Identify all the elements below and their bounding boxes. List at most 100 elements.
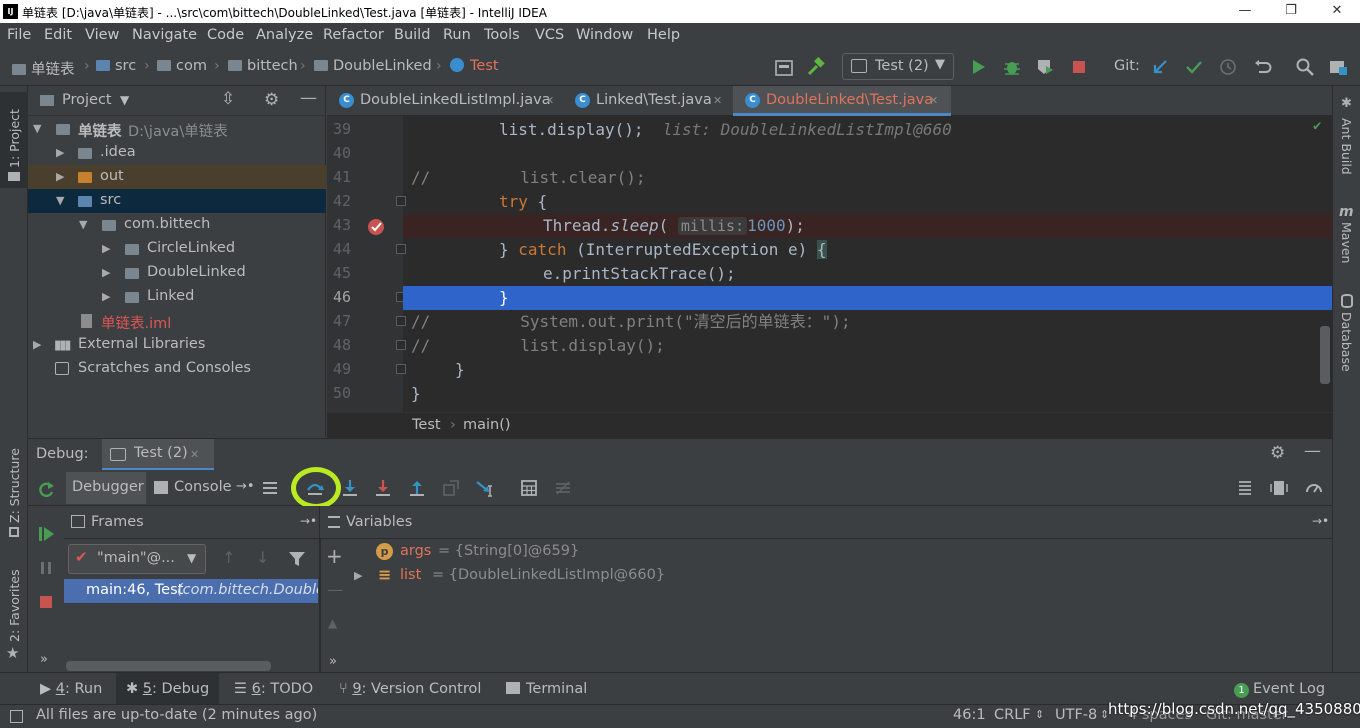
close-tab-icon[interactable]: ✕ <box>190 448 199 461</box>
variable-row-args[interactable]: p args = {String[0]@659} <box>346 540 1326 564</box>
run-tool-button[interactable]: ▶ 4: Run <box>40 681 102 697</box>
tree-item-scratches[interactable]: Scratches and Consoles <box>28 357 326 381</box>
menu-refactor[interactable]: Refactor <box>323 27 384 43</box>
breadcrumb-bittech[interactable]: bittech <box>228 58 298 74</box>
expand-arrow-icon[interactable]: ▶ <box>56 146 64 159</box>
close-window-button[interactable]: ✕ <box>1314 0 1360 23</box>
close-tab-icon[interactable]: ✕ <box>929 94 938 107</box>
tab-linked-test[interactable]: C Linked\Test.java ✕ <box>563 86 731 116</box>
frames-horizontal-scrollbar[interactable] <box>66 661 271 671</box>
memory-gauge-icon[interactable] <box>1304 478 1324 498</box>
hide-panel-icon[interactable]: — <box>300 88 317 108</box>
project-view-label[interactable]: Project <box>62 92 112 108</box>
evaluate-expression-icon[interactable] <box>519 478 539 498</box>
version-control-tool-button[interactable]: ⑂ 9: Version Control <box>339 681 481 697</box>
tab-doublelinked-test[interactable]: C DoubleLinked\Test.java ✕ <box>733 86 951 116</box>
expand-arrow-icon[interactable]: ▶ <box>102 290 110 303</box>
expand-arrow-icon[interactable]: ▼ <box>56 194 64 207</box>
expand-arrow-icon[interactable]: ▶ <box>56 170 64 183</box>
database-tool-button[interactable]: Database <box>1339 312 1354 372</box>
show-execution-point-icon[interactable] <box>260 478 280 498</box>
pin-icon[interactable]: →• <box>300 514 317 528</box>
menu-navigate[interactable]: Navigate <box>132 27 197 43</box>
step-over-icon[interactable] <box>305 478 325 498</box>
pin-icon[interactable]: →• <box>1312 514 1329 528</box>
tree-item-circlelinked[interactable]: ▶ CircleLinked <box>28 237 326 261</box>
run-icon[interactable] <box>968 57 988 77</box>
line-separator[interactable]: CRLF <box>994 707 1031 723</box>
collapse-all-icon[interactable]: ⇳ <box>221 89 235 109</box>
tab-debugger[interactable]: Debugger <box>66 472 146 504</box>
minimize-button[interactable]: — <box>1222 0 1268 23</box>
editor-scrollbar[interactable] <box>1320 326 1330 384</box>
git-update-icon[interactable] <box>1150 57 1170 77</box>
menu-build[interactable]: Build <box>394 27 430 43</box>
previous-frame-icon[interactable]: ↑ <box>222 548 235 567</box>
run-to-cursor-icon[interactable] <box>475 478 495 498</box>
tab-console[interactable]: Console →• <box>148 472 255 504</box>
frame-row-selected[interactable]: main:46, Test (com.bittech.Double <box>64 579 318 603</box>
breadcrumb-test[interactable]: Test <box>450 58 499 74</box>
file-encoding[interactable]: UTF-8 <box>1055 707 1097 723</box>
terminal-tool-button[interactable]: Terminal <box>506 681 587 697</box>
menu-run[interactable]: Run <box>443 27 471 43</box>
tree-item-root[interactable]: ▼ 单链表 D:\java\单链表 <box>28 117 326 141</box>
gear-icon[interactable]: ⚙ <box>264 90 279 110</box>
expand-arrow-icon[interactable]: ▶ <box>102 266 110 279</box>
line-number-gutter[interactable]: 39 40 41 42 43 44 45 46 47 48 49 50 <box>327 116 406 412</box>
tree-item-package[interactable]: ▼ com.bittech <box>28 213 326 237</box>
caret-position[interactable]: 46:1 <box>953 707 986 723</box>
breadcrumb-com[interactable]: com <box>157 58 207 74</box>
inspection-ok-icon[interactable]: ✔ <box>1313 118 1321 134</box>
remove-watch-icon[interactable]: — <box>327 580 343 599</box>
step-into-icon[interactable] <box>340 478 360 498</box>
stop-icon[interactable] <box>36 592 56 612</box>
menu-tools[interactable]: Tools <box>484 27 520 43</box>
breadcrumb-project[interactable]: 单链表 <box>12 58 75 79</box>
code-editor[interactable]: 39 40 41 42 43 44 45 46 47 48 49 50 list… <box>327 116 1332 412</box>
filter-icon[interactable] <box>288 550 306 568</box>
menu-file[interactable]: File <box>7 27 31 43</box>
next-frame-icon[interactable]: ↓ <box>256 548 269 567</box>
hide-panel-icon[interactable]: — <box>1304 441 1321 461</box>
close-tab-icon[interactable]: ✕ <box>713 94 722 107</box>
add-watch-icon[interactable]: + <box>326 544 343 568</box>
expand-arrow-icon[interactable]: ▶ <box>354 569 362 582</box>
ant-build-tool-button[interactable]: Ant Build <box>1339 118 1354 175</box>
tab-doublelinkedlistimpl[interactable]: C DoubleLinkedListImpl.java ✕ <box>327 86 561 116</box>
project-settings-icon[interactable] <box>1328 57 1348 77</box>
rerun-icon[interactable] <box>36 480 56 500</box>
debug-tool-button-active[interactable]: ✱ 5: Debug <box>116 673 219 705</box>
structure-tool-button[interactable]: Z: Structure <box>0 441 28 541</box>
toggle-tool-windows-icon[interactable] <box>10 710 23 723</box>
step-out-icon[interactable] <box>407 478 427 498</box>
tree-item-external-libraries[interactable]: ▶ ▮▮▮ External Libraries <box>28 333 326 357</box>
more-actions-icon[interactable]: » <box>40 652 48 667</box>
pin-icon[interactable]: →• <box>236 479 255 494</box>
menu-window[interactable]: Window <box>576 27 633 43</box>
gear-icon[interactable]: ⚙ <box>1270 443 1285 463</box>
more-actions-icon[interactable]: » <box>329 654 337 669</box>
trace-stream-icon[interactable] <box>553 478 573 498</box>
tree-item-doublelinked[interactable]: ▶ DoubleLinked <box>28 261 326 285</box>
menu-edit[interactable]: Edit <box>44 27 72 43</box>
menu-code[interactable]: Code <box>207 27 244 43</box>
force-step-into-icon[interactable] <box>373 478 393 498</box>
breadcrumb-method[interactable]: main() <box>463 417 511 433</box>
menu-analyze[interactable]: Analyze <box>256 27 313 43</box>
drop-frame-icon[interactable] <box>441 478 461 498</box>
resume-program-icon[interactable] <box>36 524 56 544</box>
tree-item-linked[interactable]: ▶ Linked <box>28 285 326 309</box>
expand-arrow-icon[interactable]: ▶ <box>33 338 41 351</box>
move-up-icon[interactable]: ▲ <box>328 616 337 630</box>
breakpoint-icon[interactable] <box>367 218 385 236</box>
git-history-icon[interactable] <box>1218 57 1238 77</box>
maven-tool-button[interactable]: Maven <box>1339 222 1354 263</box>
close-tab-icon[interactable]: ✕ <box>545 94 554 107</box>
tree-item-iml[interactable]: 单链表.iml <box>28 309 326 333</box>
thread-select[interactable]: ✔ "main"@... ▼ <box>68 544 206 574</box>
chevron-down-icon[interactable]: ▼ <box>120 93 129 107</box>
menu-view[interactable]: View <box>85 27 119 43</box>
debug-bug-icon[interactable] <box>1002 57 1022 77</box>
restore-layout-icon[interactable] <box>1235 478 1255 498</box>
